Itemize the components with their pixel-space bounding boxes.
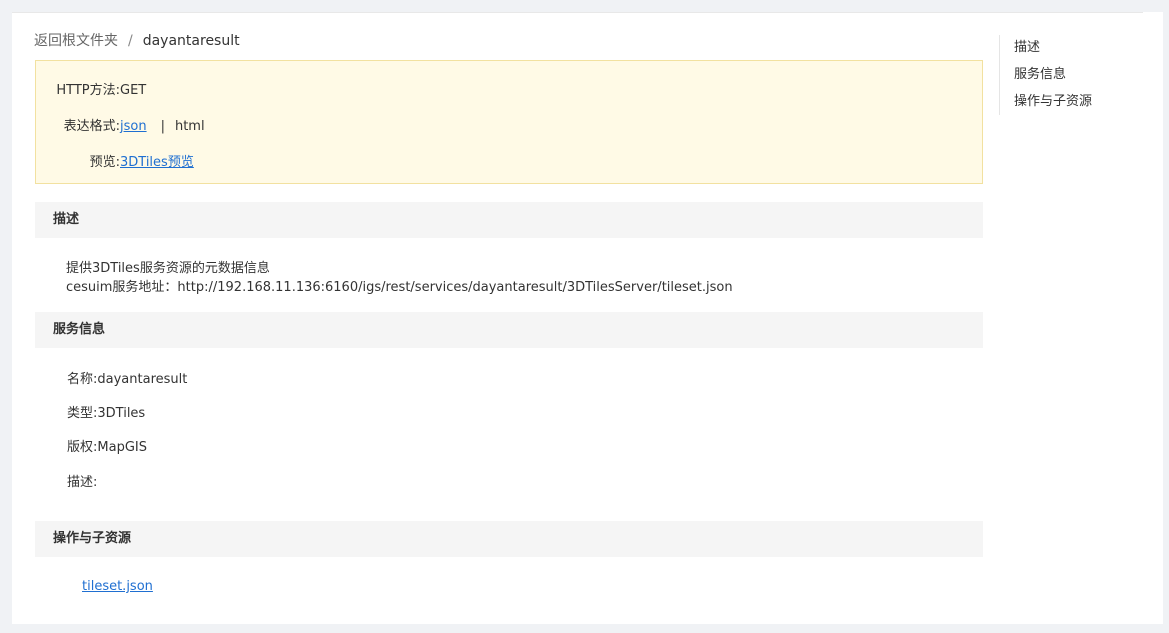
side-nav: 描述 服务信息 操作与子资源 bbox=[999, 35, 1092, 115]
preview-3dtiles-link[interactable]: 3DTiles预览 bbox=[120, 155, 194, 170]
description-header-text: 描述 bbox=[53, 212, 80, 227]
top-divider bbox=[12, 12, 1143, 13]
service-copyright-label: 版权: bbox=[67, 440, 98, 455]
service-type-row: 类型:3DTiles bbox=[67, 402, 145, 421]
description-line-1: 提供3DTiles服务资源的元数据信息 bbox=[66, 261, 270, 276]
preview-row: 预览:3DTiles预览 bbox=[36, 151, 194, 170]
format-separator: | bbox=[160, 119, 165, 134]
service-type-label: 类型: bbox=[67, 406, 98, 421]
operations-list: tileset.json bbox=[82, 579, 153, 594]
description-line-2: cesuim服务地址：http://192.168.11.136:6160/ig… bbox=[66, 280, 733, 295]
side-nav-item-operations[interactable]: 操作与子资源 bbox=[1014, 88, 1092, 115]
method-value: GET bbox=[120, 83, 147, 98]
service-info-section-header: 服务信息 bbox=[35, 312, 983, 348]
info-box: HTTP方法:GET 表达格式:json | html 预览:3DTiles预览 bbox=[35, 60, 983, 184]
service-type-value: 3DTiles bbox=[97, 406, 146, 421]
service-name-row: 名称:dayantaresult bbox=[67, 368, 187, 387]
breadcrumb-current: dayantaresult bbox=[142, 33, 240, 49]
operations-section-header: 操作与子资源 bbox=[35, 521, 983, 557]
service-desc-label: 描述: bbox=[67, 475, 98, 490]
format-json-link[interactable]: json bbox=[120, 119, 147, 134]
preview-label: 预览: bbox=[89, 155, 120, 170]
description-section-header: 描述 bbox=[35, 202, 983, 238]
service-name-value: dayantaresult bbox=[97, 372, 188, 387]
operations-header-text: 操作与子资源 bbox=[53, 531, 132, 546]
service-name-label: 名称: bbox=[67, 372, 98, 387]
breadcrumb-root-link[interactable]: 返回根文件夹 bbox=[34, 33, 118, 49]
method-label: HTTP方法: bbox=[56, 83, 120, 98]
format-html-text: html bbox=[174, 119, 205, 134]
method-row: HTTP方法:GET bbox=[36, 79, 146, 98]
format-row: 表达格式:json | html bbox=[36, 115, 205, 134]
breadcrumb: 返回根文件夹 / dayantaresult bbox=[34, 30, 240, 50]
service-copyright-row: 版权:MapGIS bbox=[67, 436, 147, 455]
service-info-header-text: 服务信息 bbox=[53, 322, 106, 337]
service-desc-row: 描述: bbox=[67, 471, 97, 490]
format-label: 表达格式: bbox=[63, 119, 120, 134]
side-nav-item-service-info[interactable]: 服务信息 bbox=[1014, 61, 1092, 88]
side-nav-item-description[interactable]: 描述 bbox=[1014, 34, 1092, 61]
service-copyright-value: MapGIS bbox=[97, 440, 147, 455]
breadcrumb-separator: / bbox=[128, 33, 133, 49]
tileset-json-link[interactable]: tileset.json bbox=[82, 579, 153, 594]
